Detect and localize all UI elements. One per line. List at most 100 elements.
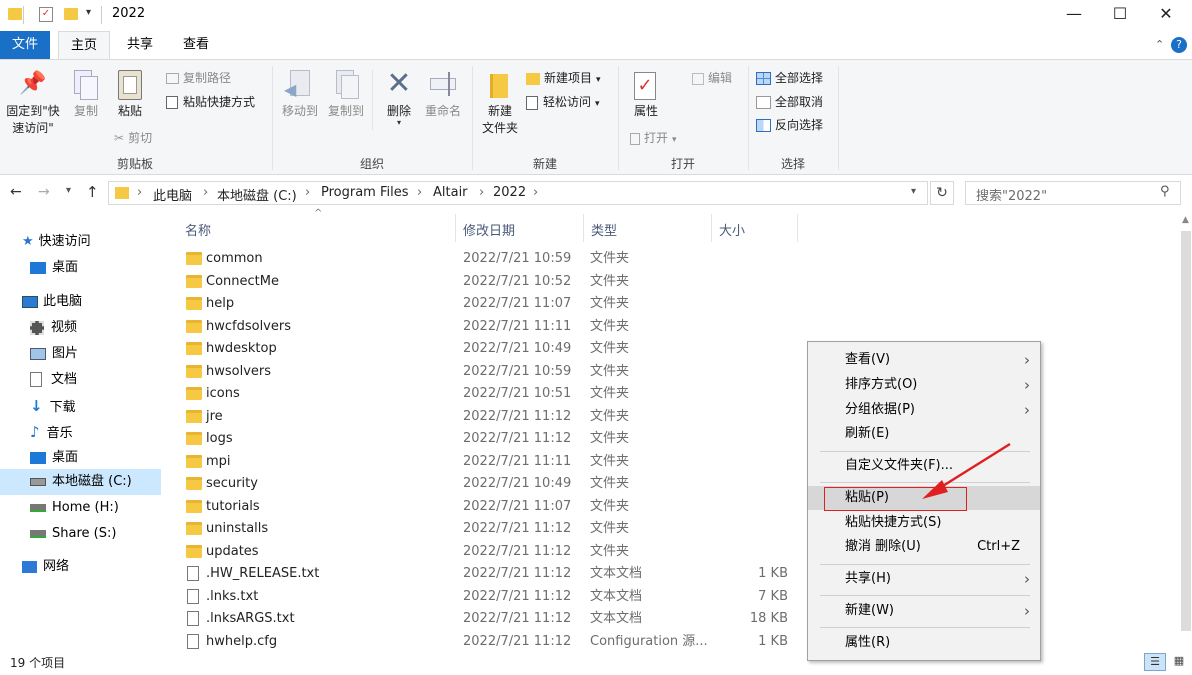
column-date-modified[interactable]: 修改日期 — [463, 220, 515, 239]
move-to-button[interactable]: ◀ 移动到 — [278, 66, 322, 119]
cut-button[interactable]: ✂ 剪切 — [114, 129, 152, 146]
column-name[interactable]: 名称 — [185, 220, 211, 239]
copy-button[interactable]: 复制 — [66, 66, 106, 119]
file-row[interactable]: hwdesktop 2022/7/21 10:49 文件夹 — [178, 338, 808, 361]
properties-quick-icon[interactable]: ✓ — [39, 7, 53, 22]
chevron-right-icon[interactable]: › — [137, 185, 142, 200]
file-row[interactable]: icons 2022/7/21 10:51 文件夹 — [178, 383, 808, 406]
nav-network[interactable]: 网络 — [22, 554, 69, 580]
scroll-thumb[interactable] — [1181, 231, 1191, 631]
menu-item-new[interactable]: 新建(W) › — [808, 599, 1040, 623]
breadcrumb-this-pc[interactable]: 此电脑 — [153, 185, 192, 204]
nav-share-drive[interactable]: Share (S:) — [30, 521, 116, 547]
nav-local-disk[interactable]: 本地磁盘 (C:) — [0, 469, 161, 495]
new-folder-quick-icon[interactable] — [64, 8, 78, 20]
tab-share[interactable]: 共享 — [114, 31, 166, 59]
file-row[interactable]: hwcfdsolvers 2022/7/21 11:11 文件夹 — [178, 316, 808, 339]
delete-button[interactable]: ✕ 删除 ▾ — [378, 66, 420, 127]
select-none-button[interactable]: 全部取消 — [756, 93, 823, 110]
menu-item-undo[interactable]: 撤消 删除(U) Ctrl+Z — [808, 535, 1040, 559]
breadcrumb-altair[interactable]: Altair — [433, 185, 468, 200]
tab-view[interactable]: 查看 — [170, 31, 222, 59]
help-icon[interactable]: ? — [1171, 37, 1187, 53]
file-row[interactable]: tutorials 2022/7/21 11:07 文件夹 — [178, 496, 808, 519]
file-row[interactable]: .lnks.txt 2022/7/21 11:12 文本文档 7 KB — [178, 586, 808, 609]
large-icons-view-icon[interactable]: ▦ — [1170, 653, 1188, 671]
easy-access-button[interactable]: 轻松访问 ▾ — [526, 93, 600, 110]
maximize-button[interactable]: ☐ — [1097, 4, 1143, 23]
tab-file[interactable]: 文件 — [0, 31, 50, 59]
up-arrow-icon[interactable]: ↑ — [86, 183, 99, 201]
breadcrumb-2022[interactable]: 2022 — [493, 185, 526, 200]
invert-selection-button[interactable]: 反向选择 — [756, 116, 823, 133]
rename-button[interactable]: 重命名 — [420, 66, 466, 119]
collapse-ribbon-icon[interactable]: ⌃ — [1155, 38, 1164, 51]
nav-music[interactable]: ♪ 音乐 — [30, 419, 73, 445]
file-row[interactable]: hwsolvers 2022/7/21 10:59 文件夹 — [178, 361, 808, 384]
text-file-icon — [187, 611, 199, 626]
nav-desktop-2[interactable]: 桌面 — [30, 445, 78, 471]
paste-shortcut-button[interactable]: 粘贴快捷方式 — [166, 93, 255, 110]
edit-button[interactable]: 编辑 — [692, 69, 732, 86]
nav-pictures[interactable]: 图片 — [30, 341, 78, 367]
menu-item-view[interactable]: 查看(V) › — [808, 348, 1040, 372]
nav-downloads[interactable]: ↓ 下载 — [30, 393, 76, 419]
nav-quick-access[interactable]: ★ 快速访问 — [22, 229, 91, 255]
file-row[interactable]: .lnksARGS.txt 2022/7/21 11:12 文本文档 18 KB — [178, 608, 808, 631]
menu-item-share[interactable]: 共享(H) › — [808, 567, 1040, 591]
back-arrow-icon[interactable]: ← — [10, 184, 22, 200]
file-row[interactable]: updates 2022/7/21 11:12 文件夹 — [178, 541, 808, 564]
close-button[interactable]: ✕ — [1143, 4, 1189, 23]
file-row[interactable]: help 2022/7/21 11:07 文件夹 — [178, 293, 808, 316]
customize-qat-icon[interactable]: ▾ — [86, 7, 91, 18]
refresh-icon[interactable]: ↻ — [930, 181, 954, 205]
menu-item-paste-shortcut[interactable]: 粘贴快捷方式(S) — [808, 511, 1040, 535]
nav-this-pc[interactable]: 此电脑 — [22, 289, 82, 315]
search-icon[interactable]: ⚲ — [1160, 184, 1170, 199]
file-row[interactable]: jre 2022/7/21 11:12 文件夹 — [178, 406, 808, 429]
search-input[interactable]: 搜索"2022" ⚲ — [965, 181, 1181, 205]
file-row[interactable]: uninstalls 2022/7/21 11:12 文件夹 — [178, 518, 808, 541]
column-size[interactable]: 大小 — [719, 220, 745, 239]
details-view-icon[interactable]: ☰ — [1144, 653, 1166, 671]
menu-item-sort[interactable]: 排序方式(O) › — [808, 373, 1040, 397]
tab-home[interactable]: 主页 — [58, 31, 110, 60]
file-row[interactable]: ConnectMe 2022/7/21 10:52 文件夹 — [178, 271, 808, 294]
chevron-right-icon[interactable]: › — [305, 185, 310, 200]
address-dropdown-icon[interactable]: ▾ — [911, 186, 916, 197]
new-folder-button[interactable]: 新建 文件夹 — [476, 66, 524, 136]
file-type: 文件夹 — [590, 296, 630, 311]
select-all-button[interactable]: 全部选择 — [756, 69, 823, 86]
title-bar: ✓ ▾ 2022 — ☐ ✕ — [0, 0, 1192, 31]
file-row[interactable]: common 2022/7/21 10:59 文件夹 — [178, 248, 808, 271]
vertical-scrollbar[interactable]: ▲ — [1180, 213, 1192, 645]
paste-button[interactable]: 粘贴 — [108, 66, 152, 119]
properties-button[interactable]: ✓ 属性 — [624, 66, 668, 119]
breadcrumb-local-disk[interactable]: 本地磁盘 (C:) — [217, 185, 297, 204]
copy-path-button[interactable]: 复制路径 — [166, 69, 231, 86]
pin-quick-access-button[interactable]: 📌 固定到"快 速访问" — [4, 66, 62, 136]
chevron-right-icon[interactable]: › — [533, 185, 538, 200]
minimize-button[interactable]: — — [1051, 4, 1097, 23]
nav-documents[interactable]: 文档 — [30, 367, 77, 393]
nav-home-drive[interactable]: Home (H:) — [30, 495, 119, 521]
column-type[interactable]: 类型 — [591, 220, 617, 239]
copy-to-button[interactable]: 复制到 — [324, 66, 368, 119]
breadcrumb-program-files[interactable]: Program Files — [321, 185, 409, 200]
open-button[interactable]: 打开 ▾ — [630, 129, 677, 146]
address-bar[interactable]: › 此电脑 › 本地磁盘 (C:) › Program Files › Alta… — [108, 181, 928, 205]
file-row[interactable]: security 2022/7/21 10:49 文件夹 — [178, 473, 808, 496]
file-row[interactable]: logs 2022/7/21 11:12 文件夹 — [178, 428, 808, 451]
chevron-right-icon[interactable]: › — [479, 185, 484, 200]
scroll-up-icon[interactable]: ▲ — [1182, 215, 1189, 225]
file-row[interactable]: .HW_RELEASE.txt 2022/7/21 11:12 文本文档 1 KB — [178, 563, 808, 586]
menu-item-group[interactable]: 分组依据(P) › — [808, 398, 1040, 422]
chevron-right-icon[interactable]: › — [203, 185, 208, 200]
new-item-button[interactable]: 新建项目 ▾ — [526, 69, 601, 86]
chevron-right-icon[interactable]: › — [417, 185, 422, 200]
recent-locations-icon[interactable]: ▾ — [66, 185, 71, 196]
nav-videos[interactable]: 视频 — [30, 315, 77, 341]
file-row[interactable]: mpi 2022/7/21 11:11 文件夹 — [178, 451, 808, 474]
nav-desktop[interactable]: 桌面 — [30, 255, 78, 281]
forward-arrow-icon[interactable]: → — [38, 184, 50, 200]
